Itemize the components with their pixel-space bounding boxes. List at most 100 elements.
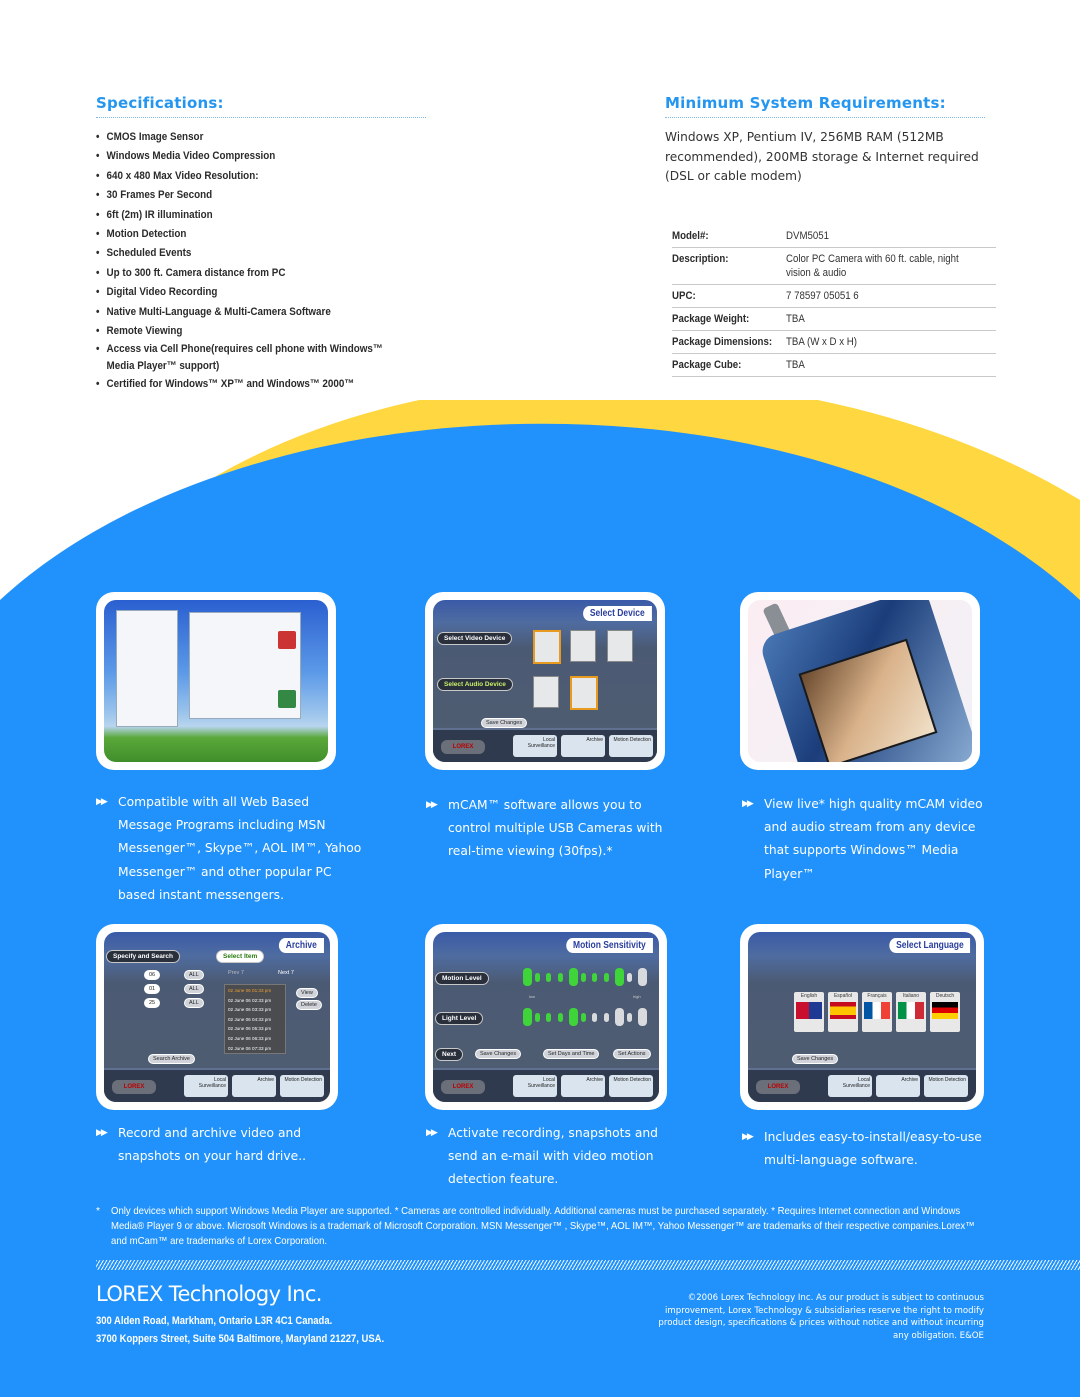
hatched-divider <box>96 1260 1080 1270</box>
double-arrow-icon: ▶▶ <box>742 799 754 809</box>
video-device-card[interactable] <box>533 630 561 664</box>
table-row: Description: Color PC Camera with 60 ft. … <box>672 247 996 285</box>
phone-screen-photo <box>798 638 938 762</box>
feature-text: ▶▶ Compatible with all Web Based Message… <box>96 791 363 907</box>
archive-entry[interactable]: 02 June 06 06:33 pm <box>228 1034 282 1044</box>
screenshot-messenger <box>96 592 336 770</box>
spec-item: • 30 Frames Per Second <box>96 189 213 202</box>
slider-pip <box>638 1008 647 1026</box>
search-archive-button[interactable]: Search Archive <box>148 1054 195 1064</box>
footnote: * Only devices which support Windows Med… <box>96 1206 975 1247</box>
save-changes-button[interactable]: Save Changes <box>475 1049 522 1059</box>
requirements-text: Windows XP, Pentium IV, 256MB RAM (512MB… <box>665 130 979 183</box>
screenshot-motion-sensitivity: Motion Sensitivity Motion Level Light Le… <box>425 924 667 1110</box>
product-table: Model#: DVM5051 Description: Color PC Came… <box>672 225 996 377</box>
specifications-title: Specifications: <box>96 94 224 112</box>
contact-list-window <box>116 610 178 727</box>
spec-item: • Up to 300 ft. Camera distance from PC <box>96 266 286 279</box>
lorex-logo: LOREX <box>441 740 485 754</box>
requirements-divider <box>665 117 985 118</box>
slider-pip <box>557 973 563 982</box>
archive-entry[interactable]: 02 June 06 03:33 pm <box>228 1005 282 1015</box>
year-field[interactable]: 06 <box>144 970 161 980</box>
screenshot-select-language: Select Language English Español Français… <box>740 924 984 1110</box>
slider-pip <box>580 973 586 982</box>
lorex-logo: LOREX <box>441 1080 485 1094</box>
view-button[interactable]: View <box>296 988 318 998</box>
nav-local-surveillance[interactable]: Local Surveillance <box>513 1075 557 1097</box>
nav-local-surveillance[interactable]: Local Surveillance <box>513 735 557 757</box>
save-changes-button[interactable]: Save Changes <box>792 1054 839 1064</box>
spec-item: • Native Multi-Language & Multi-Camera So… <box>96 305 331 318</box>
nav-archive[interactable]: Archive <box>876 1075 920 1097</box>
month-field[interactable]: 01 <box>144 984 161 994</box>
chat-window <box>189 612 301 719</box>
double-arrow-icon: ▶▶ <box>426 800 438 810</box>
motion-level-label: Motion Level <box>435 972 489 985</box>
select-item-label: Select Item <box>216 950 265 963</box>
nav-local-surveillance[interactable]: Local Surveillance <box>828 1075 872 1097</box>
copyright-notice: ©2006 Lorex Technology Inc. As our produ… <box>658 1293 984 1341</box>
archive-entry[interactable]: 02 June 06 07:33 pm <box>228 1044 282 1054</box>
high-label: high <box>633 994 641 999</box>
app-nav-bar: LOREX Local Surveillance Archive Motion … <box>748 1068 976 1102</box>
language-option-german[interactable]: Deutsch <box>930 992 960 1032</box>
audio-device-card[interactable] <box>570 676 598 710</box>
prev-button[interactable]: Prev 7 <box>224 969 248 977</box>
lorex-logo: LOREX <box>112 1080 156 1094</box>
day-field[interactable]: 25 <box>144 998 161 1008</box>
nav-archive[interactable]: Archive <box>561 735 605 757</box>
language-option-spanish[interactable]: Español <box>828 992 858 1032</box>
slider-pip <box>603 1013 609 1022</box>
language-option-french[interactable]: Français <box>862 992 892 1032</box>
archive-entry[interactable]: 02 June 06 01:33 pm <box>228 986 282 996</box>
nav-motion-detection[interactable]: Motion Detection <box>609 1075 653 1097</box>
slider-pip <box>523 1008 532 1026</box>
next-label: Next <box>435 1048 464 1061</box>
select-video-device-label: Select Video Device <box>437 632 513 645</box>
slider-pip <box>546 973 551 982</box>
all-button[interactable]: ALL <box>184 984 204 994</box>
app-nav-bar: LOREX Local Surveillance Archive Motion … <box>433 1068 659 1102</box>
slider-pip <box>557 1013 563 1022</box>
feature-text: ▶▶ Activate recording, snapshots and sen… <box>426 1122 673 1192</box>
nav-motion-detection[interactable]: Motion Detection <box>280 1075 324 1097</box>
slider-pip <box>615 968 624 986</box>
nav-motion-detection[interactable]: Motion Detection <box>924 1075 968 1097</box>
slider-pip <box>626 973 632 982</box>
language-option-english[interactable]: English <box>794 992 824 1032</box>
audio-device-card[interactable] <box>533 676 559 708</box>
spec-item: • Certified for Windows™ XP™ and Windows™… <box>96 378 355 391</box>
save-changes-button[interactable]: Save Changes <box>481 718 528 728</box>
set-days-time-button[interactable]: Set Days and Time <box>543 1049 600 1059</box>
motion-sensitivity-title: Motion Sensitivity <box>566 938 653 953</box>
archive-entry[interactable]: 02 June 06 04:33 pm <box>228 1015 282 1025</box>
set-actions-button[interactable]: Set Actions <box>613 1049 651 1059</box>
all-button[interactable]: ALL <box>184 998 204 1008</box>
app-nav-bar: LOREX Local Surveillance Archive Motion … <box>104 1068 330 1102</box>
double-arrow-icon: ▶▶ <box>742 1132 754 1142</box>
nav-local-surveillance[interactable]: Local Surveillance <box>184 1075 228 1097</box>
video-device-card[interactable] <box>570 630 596 662</box>
low-label: low <box>529 994 536 999</box>
table-row: Package Weight: TBA <box>672 307 996 331</box>
nav-motion-detection[interactable]: Motion Detection <box>609 735 653 757</box>
nav-archive[interactable]: Archive <box>232 1075 276 1097</box>
archive-entry[interactable]: 02 June 06 02:33 pm <box>228 996 282 1006</box>
all-button[interactable]: ALL <box>184 970 204 980</box>
slider-pip <box>523 968 532 986</box>
double-arrow-icon: ▶▶ <box>426 1128 438 1138</box>
delete-button[interactable]: Delete <box>296 1000 322 1010</box>
specify-search-label: Specify and Search <box>106 950 180 963</box>
archive-entry[interactable]: 02 June 06 05:33 pm <box>228 1024 282 1034</box>
select-audio-device-label: Select Audio Device <box>437 678 513 691</box>
next-button[interactable]: Next 7 <box>274 969 298 977</box>
video-device-card[interactable] <box>607 630 633 662</box>
motion-level-slider[interactable] <box>523 968 653 988</box>
slider-pip <box>580 1013 586 1022</box>
language-option-italian[interactable]: Italiano <box>896 992 926 1032</box>
nav-archive[interactable]: Archive <box>561 1075 605 1097</box>
light-level-slider[interactable] <box>523 1008 653 1028</box>
spec-item: • Motion Detection <box>96 228 187 241</box>
screenshot-select-device: Select Device Select Video Device Select… <box>425 592 665 770</box>
